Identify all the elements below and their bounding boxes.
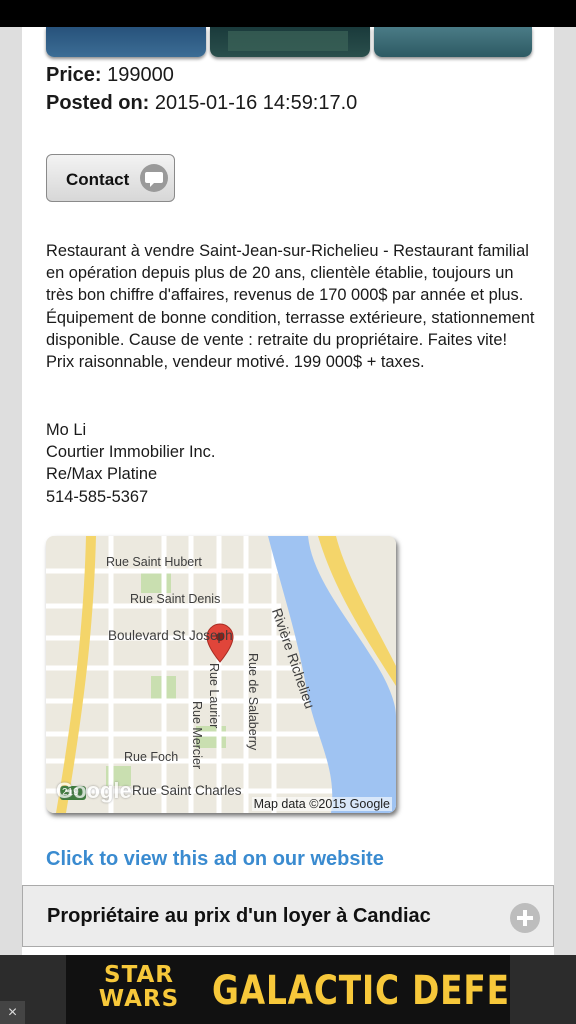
map-street-label: Rue de Salaberry: [246, 653, 260, 751]
right-gutter: [554, 27, 576, 955]
contact-button-label: Contact: [66, 170, 130, 189]
google-logo: Google: [56, 778, 132, 803]
ad-banner[interactable]: STAR WARS GALACTIC DEFENSE: [66, 955, 510, 1024]
map-credit: Map data ©2015 Google: [251, 797, 392, 811]
next-listing-accordion[interactable]: Propriétaire au prix d'un loyer à Candia…: [22, 885, 554, 947]
photo-thumbnail[interactable]: [210, 27, 370, 57]
price-value: 199000: [101, 64, 174, 86]
listing-description: Restaurant à vendre Saint-Jean-sur-Riche…: [46, 242, 535, 372]
agency-name: Courtier Immobilier Inc.: [46, 443, 216, 462]
map-street-label: Rue Saint Hubert: [106, 555, 202, 569]
map-street-label: Rue Laurier: [207, 663, 221, 729]
accordion-title: Propriétaire au prix d'un loyer à Candia…: [47, 905, 431, 927]
photo-thumbnail[interactable]: [46, 27, 206, 57]
photo-detail: [228, 31, 348, 51]
agent-name: Mo Li: [46, 421, 87, 439]
map-street-label: Rue Saint Denis: [130, 592, 221, 606]
left-gutter: [0, 27, 22, 955]
brand-name: Re/Max Platine: [46, 465, 158, 484]
view-ad-link[interactable]: Click to view this ad on our website: [46, 848, 384, 871]
phone-number: 514-585-5367: [46, 487, 149, 506]
photo-thumbnail[interactable]: [374, 27, 532, 57]
price-line: Price: 199000: [46, 64, 174, 87]
status-bar: [0, 0, 576, 27]
plus-circle-icon[interactable]: [510, 903, 540, 933]
map-graphics: [46, 536, 396, 813]
contact-button[interactable]: Contact: [46, 154, 175, 202]
map-street-label: Rue Foch: [124, 750, 179, 764]
posted-label: Posted on:: [46, 92, 150, 114]
location-map[interactable]: Rue Saint Hubert Rue Saint Denis Bouleva…: [46, 536, 396, 813]
agent-info: Mo Li Courtier Immobilier Inc. Re/Max Pl…: [46, 419, 346, 508]
star-wars-logo: STAR WARS: [80, 963, 198, 1017]
posted-value: 2015-01-16 14:59:17.0: [149, 92, 358, 114]
listing-content: Price: 199000 Posted on: 2015-01-16 14:5…: [22, 27, 554, 955]
ad-title: GALACTIC DEFENSE: [212, 968, 510, 1014]
map-street-label: Rue Saint Charles: [132, 783, 242, 798]
price-label: Price:: [46, 64, 102, 86]
photo-strip: [46, 27, 532, 58]
ad-logo-line: STAR: [104, 962, 174, 988]
ad-bar: STAR WARS GALACTIC DEFENSE ×: [0, 955, 576, 1024]
map-street-label: Boulevard St Joseph: [108, 628, 233, 643]
close-icon[interactable]: ×: [0, 1001, 25, 1024]
posted-line: Posted on: 2015-01-16 14:59:17.0: [46, 92, 357, 115]
map-street-label: Rue Mercier: [190, 701, 204, 770]
ad-logo-line: WARS: [98, 986, 180, 1012]
speech-bubble-icon: [140, 164, 168, 192]
